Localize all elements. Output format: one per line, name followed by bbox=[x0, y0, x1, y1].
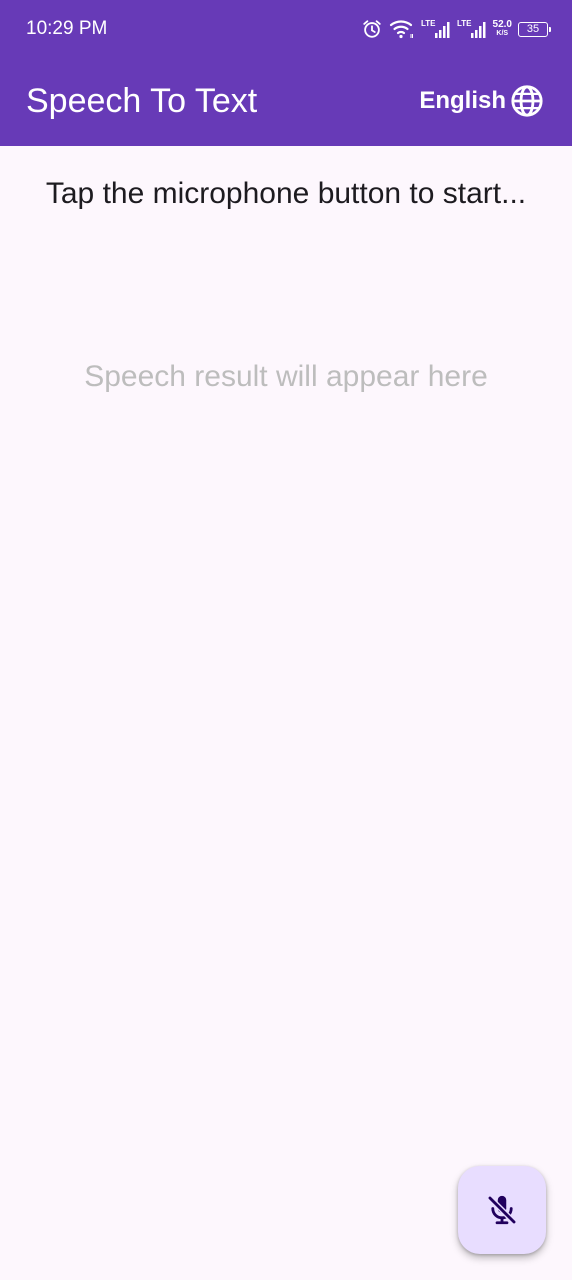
lte-signal-icon: LTE bbox=[457, 19, 486, 38]
alarm-icon bbox=[362, 20, 381, 38]
microphone-button[interactable] bbox=[458, 1166, 546, 1254]
globe-icon bbox=[511, 85, 543, 117]
svg-text:LTE: LTE bbox=[421, 19, 436, 28]
app-title: Speech To Text bbox=[26, 82, 258, 120]
mic-off-icon bbox=[487, 1195, 517, 1225]
battery-icon: 35 bbox=[518, 21, 551, 37]
network-speed-value: 52.0 bbox=[492, 19, 512, 30]
status-icons: LTE LTE 52.0 K/S 35 bbox=[361, 16, 551, 42]
status-time: 10:29 PM bbox=[26, 18, 108, 39]
network-speed: 52.0 K/S bbox=[493, 20, 512, 38]
wifi-icon bbox=[389, 20, 413, 39]
network-speed-unit: K/S bbox=[496, 30, 509, 37]
status-bar: 10:29 PM LTE LTE 52.0 K/S 35 bbox=[0, 0, 572, 56]
lte-signal-icon: LTE bbox=[421, 19, 450, 38]
language-label: English bbox=[419, 87, 506, 114]
language-selector-button[interactable]: English bbox=[419, 82, 544, 120]
speech-result-placeholder: Speech result will appear here bbox=[84, 360, 488, 393]
svg-text:LTE: LTE bbox=[457, 19, 472, 28]
instruction-text: Tap the microphone button to start... bbox=[45, 177, 527, 210]
app-bar: Speech To Text English bbox=[0, 56, 572, 146]
battery-level: 35 bbox=[526, 22, 540, 35]
